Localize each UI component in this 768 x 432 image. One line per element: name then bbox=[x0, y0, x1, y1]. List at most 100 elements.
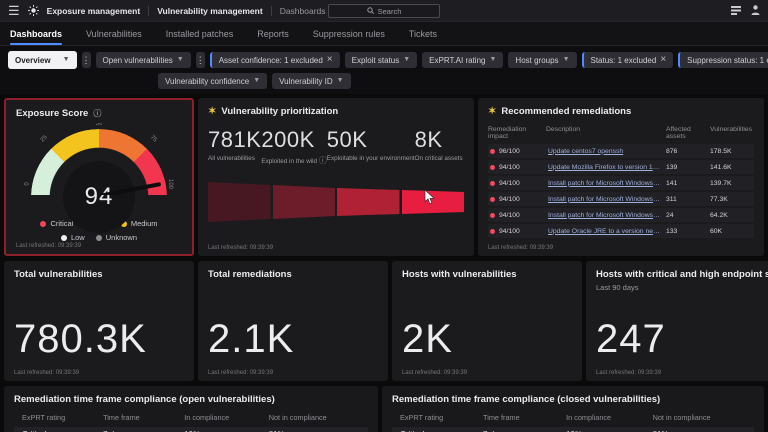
remediations-table-header: Remediation impact Description Affected … bbox=[488, 126, 754, 140]
remediation-link[interactable]: Install patch for Microsoft Windows Serv… bbox=[548, 196, 660, 203]
info-icon[interactable]: ⓘ bbox=[319, 156, 327, 165]
funnel-segment-exploited[interactable] bbox=[273, 176, 336, 228]
filter-bar: Overview ▼ ⋮ Open vulnerabilities▼ ⋮ Ass… bbox=[0, 46, 768, 94]
compliance-table-header: ExPRT rating Time frame In compliance No… bbox=[14, 405, 368, 427]
filter-query-type[interactable]: Open vulnerabilities▼ bbox=[96, 52, 191, 68]
critical-dot bbox=[40, 221, 46, 227]
filter-exprt-ai-rating[interactable]: ExPRT.AI rating▼ bbox=[422, 52, 503, 68]
remediation-link[interactable]: Install patch for Microsoft Windows Serv… bbox=[548, 212, 660, 219]
last-refreshed-label: Last refreshed: 09:39:39 bbox=[208, 245, 273, 251]
severity-dot bbox=[490, 165, 495, 170]
view-options-kebab-icon[interactable]: ⋮ bbox=[82, 52, 91, 68]
menu-item-exposure-management[interactable]: Exposure management bbox=[47, 6, 141, 16]
remediation-link[interactable]: Update centos7 openssh bbox=[548, 148, 660, 155]
filter-vulnerability-confidence[interactable]: Vulnerability confidence▼ bbox=[158, 73, 267, 89]
gauge-center: 94 bbox=[63, 161, 135, 233]
remediation-link[interactable]: Update Mozilla Firefox to version 142 or… bbox=[548, 164, 660, 171]
hosts-with-vulnerabilities-card[interactable]: Hosts with vulnerabilities 2K Last refre… bbox=[392, 261, 582, 381]
tab-tickets[interactable]: Tickets bbox=[409, 22, 437, 45]
chevron-down-icon: ▼ bbox=[403, 56, 410, 63]
funnel-segment-all[interactable] bbox=[208, 176, 271, 228]
user-profile-icon[interactable] bbox=[751, 2, 760, 20]
stat-all-vulnerabilities: 781K bbox=[208, 127, 261, 153]
gauge-legend-row-2: Low Unknown bbox=[6, 233, 192, 242]
close-icon[interactable]: × bbox=[327, 55, 333, 65]
breadcrumb[interactable]: Dashboards bbox=[280, 6, 326, 16]
chevron-down-icon: ▼ bbox=[253, 77, 260, 84]
filter-status[interactable]: Status: 1 excluded× bbox=[582, 52, 674, 68]
last-refreshed-label: Last refreshed: 09:39:39 bbox=[16, 243, 81, 249]
chevron-down-icon: ▼ bbox=[337, 77, 344, 84]
gauge-tick: 50 bbox=[96, 123, 103, 127]
total-vulnerabilities-value: 780.3K bbox=[14, 319, 184, 359]
apps-icon[interactable] bbox=[731, 2, 741, 20]
mouse-cursor-icon bbox=[424, 190, 435, 210]
table-row[interactable]: 94/100 Install patch for Microsoft Windo… bbox=[488, 208, 754, 222]
filter-host-groups[interactable]: Host groups▼ bbox=[508, 52, 576, 68]
total-remediations-value: 2.1K bbox=[208, 319, 378, 359]
table-row[interactable]: 94/100 Update Mozilla Firefox to version… bbox=[488, 160, 754, 174]
table-row[interactable]: 94/100 Install patch for Microsoft Windo… bbox=[488, 176, 754, 190]
total-vulnerabilities-card[interactable]: Total vulnerabilities 780.3K Last refres… bbox=[4, 261, 194, 381]
table-row[interactable]: Critical 7 days 19% 81% bbox=[392, 427, 754, 432]
vulnerability-prioritization-panel[interactable]: ✶ Vulnerability prioritization 781K All … bbox=[198, 98, 474, 256]
gauge-tick: 75 bbox=[149, 135, 158, 144]
severity-dot bbox=[490, 229, 495, 234]
remediation-link[interactable]: Update Oracle JRE to a version newer tha… bbox=[548, 228, 660, 235]
info-icon[interactable]: ⓘ bbox=[93, 108, 101, 119]
severity-dot bbox=[490, 197, 495, 202]
tab-vulnerabilities[interactable]: Vulnerabilities bbox=[86, 22, 142, 45]
search-input[interactable]: Search bbox=[328, 4, 440, 18]
table-row[interactable]: 94/100 Update Oracle JRE to a version ne… bbox=[488, 224, 754, 238]
stat-exploited-in-wild: 200K bbox=[261, 127, 326, 153]
filter-exploit-status[interactable]: Exploit status▼ bbox=[345, 52, 418, 68]
tab-dashboards[interactable]: Dashboards bbox=[10, 22, 62, 45]
exposure-score-panel[interactable]: Exposure Score ⓘ 50 25 75 0 100 94 Cri bbox=[4, 98, 194, 256]
unknown-dot bbox=[96, 235, 102, 241]
tab-suppression-rules[interactable]: Suppression rules bbox=[313, 22, 385, 45]
top-bar: ☰ Exposure management Vulnerability mana… bbox=[0, 0, 768, 22]
hosts-critical-high-detections-card[interactable]: Hosts with critical and high endpoint se… bbox=[586, 261, 768, 381]
low-dot bbox=[61, 235, 67, 241]
hamburger-menu-icon[interactable]: ☰ bbox=[8, 4, 20, 17]
funnel-segment-exploitable[interactable] bbox=[337, 176, 400, 228]
funnel-stats: 781K All vulnerabilities 200K Exploited … bbox=[208, 127, 464, 166]
filter-options-kebab-icon[interactable]: ⋮ bbox=[196, 52, 205, 68]
compliance-table-header: ExPRT rating Time frame In compliance No… bbox=[392, 405, 754, 427]
divider bbox=[148, 6, 149, 16]
filter-suppression-status[interactable]: Suppression status: 1 excluded× bbox=[678, 52, 768, 68]
table-row[interactable]: Critical 7 days 19% 81% bbox=[14, 427, 368, 432]
gauge-tick: 25 bbox=[40, 135, 49, 144]
last-refreshed-label: Last refreshed: 09:39:39 bbox=[488, 245, 553, 251]
severity-dot bbox=[490, 149, 495, 154]
chevron-down-icon: ▼ bbox=[563, 56, 570, 63]
remediation-link[interactable]: Install patch for Microsoft Windows 10 1… bbox=[548, 180, 660, 187]
exposure-score-value: 94 bbox=[85, 183, 114, 211]
chevron-down-icon: ▼ bbox=[63, 56, 70, 63]
sparkle-icon: ✶ bbox=[208, 107, 216, 117]
last-refreshed-label: Last refreshed: 09:39:39 bbox=[14, 370, 79, 376]
gauge-tick: 100 bbox=[167, 179, 173, 189]
menu-item-vulnerability-management[interactable]: Vulnerability management bbox=[157, 6, 263, 16]
severity-dot bbox=[490, 213, 495, 218]
table-row[interactable]: 96/100 Update centos7 openssh 876 178.5K bbox=[488, 144, 754, 158]
secondary-nav: Dashboards Vulnerabilities Installed pat… bbox=[0, 22, 768, 46]
dashboard-view-select[interactable]: Overview ▼ bbox=[8, 51, 77, 69]
hosts-with-vulnerabilities-value: 2K bbox=[402, 319, 572, 359]
last-refreshed-label: Last refreshed: 09:39:39 bbox=[208, 370, 273, 376]
search-icon bbox=[367, 7, 374, 16]
close-icon[interactable]: × bbox=[660, 55, 666, 65]
table-row[interactable]: 94/100 Install patch for Microsoft Windo… bbox=[488, 192, 754, 206]
last-refreshed-label: Last refreshed: 09:39:39 bbox=[596, 370, 661, 376]
tab-installed-patches[interactable]: Installed patches bbox=[166, 22, 234, 45]
tab-reports[interactable]: Reports bbox=[257, 22, 289, 45]
last-refreshed-label: Last refreshed: 09:39:39 bbox=[402, 370, 467, 376]
filter-asset-confidence[interactable]: Asset confidence: 1 excluded× bbox=[210, 52, 340, 68]
compliance-open-panel: Remediation time frame compliance (open … bbox=[4, 386, 378, 432]
stat-on-critical-assets: 8K bbox=[415, 127, 464, 153]
filter-vulnerability-id[interactable]: Vulnerability ID▼ bbox=[272, 73, 350, 89]
total-remediations-card[interactable]: Total remediations 2.1K Last refreshed: … bbox=[198, 261, 388, 381]
severity-dot bbox=[490, 181, 495, 186]
divider bbox=[271, 6, 272, 16]
stat-exploitable-in-environment: 50K bbox=[327, 127, 415, 153]
